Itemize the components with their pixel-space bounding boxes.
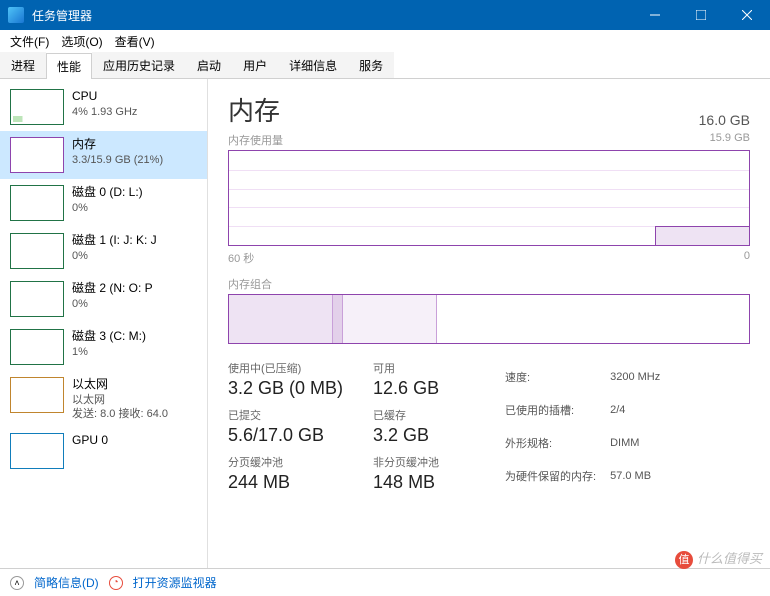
close-button[interactable] <box>724 0 770 30</box>
usage-chart-label: 内存使用量 <box>228 132 283 148</box>
xaxis-left: 60 秒 <box>228 250 254 266</box>
memory-composition-chart <box>228 294 750 344</box>
disk-thumb-icon <box>10 185 64 221</box>
menu-file[interactable]: 文件(F) <box>4 31 55 52</box>
sidebar-item-label: GPU 0 <box>72 433 108 449</box>
nonpaged-label: 非分页缓冲池 <box>373 454 473 470</box>
sidebar-item-sub: 0% <box>72 249 157 263</box>
chevron-up-icon[interactable]: ˄ <box>10 576 24 590</box>
usage-chart-max: 15.9 GB <box>710 132 750 148</box>
sidebar-item-sub: 0% <box>72 297 153 311</box>
available-value: 12.6 GB <box>373 378 473 399</box>
tab-进程[interactable]: 进程 <box>0 52 46 78</box>
mem-thumb-icon <box>10 137 64 173</box>
sidebar-item-sub: 3.3/15.9 GB (21%) <box>72 153 163 167</box>
sidebar-item-mem-1[interactable]: 内存3.3/15.9 GB (21%) <box>0 131 207 179</box>
in-use-label: 使用中(已压缩) <box>228 360 343 376</box>
tab-启动[interactable]: 启动 <box>186 52 232 78</box>
sidebar-item-gpu-7[interactable]: GPU 0 <box>0 427 207 475</box>
paged-label: 分页缓冲池 <box>228 454 343 470</box>
window-title: 任务管理器 <box>32 7 632 24</box>
paged-value: 244 MB <box>228 472 343 493</box>
sidebar-item-label: 内存 <box>72 137 163 153</box>
cached-label: 已缓存 <box>373 407 473 423</box>
sidebar-item-label: 以太网 <box>72 377 168 393</box>
composition-label: 内存组合 <box>228 276 750 292</box>
sidebar-item-sub: 1% <box>72 345 146 359</box>
menu-options[interactable]: 选项(O) <box>55 31 108 52</box>
tab-详细信息[interactable]: 详细信息 <box>278 52 348 78</box>
sidebar-item-sub: 以太网 <box>72 393 168 407</box>
committed-label: 已提交 <box>228 407 343 423</box>
tab-应用历史记录[interactable]: 应用历史记录 <box>92 52 186 78</box>
sidebar-item-label: 磁盘 0 (D: L:) <box>72 185 143 201</box>
sidebar-item-cpu-0[interactable]: CPU4% 1.93 GHz <box>0 83 207 131</box>
gpu-thumb-icon <box>10 433 64 469</box>
open-resource-monitor-link[interactable]: 打开资源监视器 <box>133 574 217 591</box>
disk-thumb-icon <box>10 233 64 269</box>
cached-value: 3.2 GB <box>373 425 473 446</box>
menu-view[interactable]: 查看(V) <box>109 31 161 52</box>
memory-usage-chart <box>228 150 750 246</box>
xaxis-right: 0 <box>744 250 750 266</box>
sidebar-item-sub: 4% 1.93 GHz <box>72 105 137 119</box>
sidebar-item-sub: 0% <box>72 201 143 215</box>
sidebar-item-disk-3[interactable]: 磁盘 1 (I: J: K: J0% <box>0 227 207 275</box>
resource-monitor-icon: ◔ <box>109 576 123 590</box>
in-use-value: 3.2 GB (0 MB) <box>228 378 343 399</box>
cpu-thumb-icon <box>10 89 64 125</box>
app-icon <box>8 7 24 23</box>
sidebar-item-label: CPU <box>72 89 137 105</box>
disk-thumb-icon <box>10 329 64 365</box>
sidebar-item-disk-5[interactable]: 磁盘 3 (C: M:)1% <box>0 323 207 371</box>
sidebar-item-label: 磁盘 2 (N: O: P <box>72 281 153 297</box>
tab-服务[interactable]: 服务 <box>348 52 394 78</box>
fewer-details-link[interactable]: 简略信息(D) <box>34 574 99 591</box>
minimize-button[interactable] <box>632 0 678 30</box>
available-label: 可用 <box>373 360 473 376</box>
tab-性能[interactable]: 性能 <box>46 53 92 79</box>
sidebar-item-label: 磁盘 3 (C: M:) <box>72 329 146 345</box>
committed-value: 5.6/17.0 GB <box>228 425 343 446</box>
total-memory: 16.0 GB <box>699 112 750 128</box>
sidebar-item-disk-2[interactable]: 磁盘 0 (D: L:)0% <box>0 179 207 227</box>
nonpaged-value: 148 MB <box>373 472 473 493</box>
sidebar-item-label: 磁盘 1 (I: J: K: J <box>72 233 157 249</box>
sidebar-item-eth-6[interactable]: 以太网以太网发送: 8.0 接收: 64.0 <box>0 371 207 427</box>
memory-metadata: 速度:3200 MHz 已使用的插槽:2/4 外形规格:DIMM 为硬件保留的内… <box>503 360 674 493</box>
tab-用户[interactable]: 用户 <box>232 52 278 78</box>
page-title: 内存 <box>228 91 280 128</box>
disk-thumb-icon <box>10 281 64 317</box>
eth-thumb-icon <box>10 377 64 413</box>
maximize-button[interactable] <box>678 0 724 30</box>
sidebar-item-disk-4[interactable]: 磁盘 2 (N: O: P0% <box>0 275 207 323</box>
